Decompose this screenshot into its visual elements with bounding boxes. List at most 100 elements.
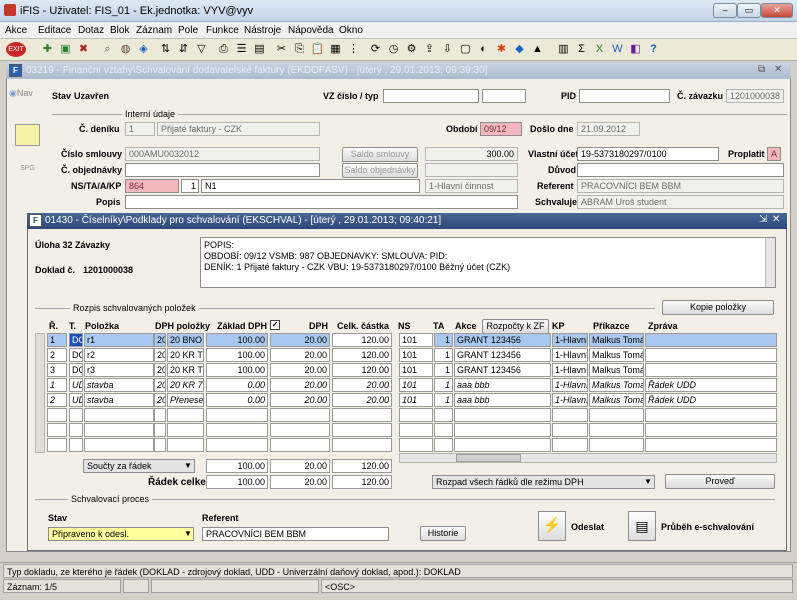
cell-ns[interactable]: 101 (399, 393, 433, 407)
empty-cell[interactable] (454, 438, 551, 452)
stav-select[interactable]: Připraveno k odesl. (48, 527, 194, 541)
save-icon[interactable]: ✚ (40, 42, 55, 57)
help-icon[interactable]: ? (646, 42, 661, 57)
filter-icon[interactable]: ▽ (194, 42, 209, 57)
cell-t[interactable]: DC (69, 348, 83, 362)
odeslat-button[interactable]: Odeslat (571, 522, 604, 532)
empty-cell[interactable] (645, 408, 777, 422)
empty-cell[interactable] (552, 438, 588, 452)
vz-typ-field[interactable] (482, 89, 526, 103)
save-all-icon[interactable]: ▣ (58, 42, 73, 57)
copy-icon[interactable]: ⎘ (292, 42, 307, 57)
cell-ta[interactable]: 1 (434, 348, 453, 362)
empty-cell[interactable] (84, 423, 154, 437)
referent-field[interactable]: PRACOVNÍCI BEM BBM (577, 179, 784, 193)
cell-zpr[interactable] (645, 333, 777, 347)
empty-cell[interactable] (47, 438, 67, 452)
empty-cell[interactable] (69, 423, 83, 437)
warning-icon[interactable]: ▲ (530, 42, 545, 57)
cell-zak[interactable]: 0.00 (206, 378, 268, 392)
empty-cell[interactable] (206, 438, 268, 452)
empty-cell[interactable] (589, 408, 644, 422)
empty-cell[interactable] (434, 438, 453, 452)
empty-cell[interactable] (332, 438, 392, 452)
cell-dph[interactable]: 20.00 (270, 348, 330, 362)
sum-icon[interactable]: Σ (574, 42, 589, 57)
cell-pri[interactable]: Malkus Tomáš (589, 333, 644, 347)
cell-ta[interactable]: 1 (434, 378, 453, 392)
vlastni-ucet-field[interactable]: 19-5373180297/0100 (577, 147, 719, 161)
empty-cell[interactable] (552, 408, 588, 422)
empty-cell[interactable] (84, 438, 154, 452)
menu-zaznam[interactable]: Záznam (136, 25, 172, 36)
prubeh-button[interactable]: Průběh e-schvalování (661, 522, 754, 532)
cell-pol[interactable]: r2 (84, 348, 154, 362)
empty-cell[interactable] (552, 423, 588, 437)
cell-ta[interactable]: 1 (434, 393, 453, 407)
empty-cell[interactable] (154, 423, 166, 437)
empty-cell[interactable] (589, 438, 644, 452)
cell-t[interactable]: UD (69, 378, 83, 392)
cell-kp[interactable]: 1-Hlavní (552, 333, 588, 347)
workflow-icon[interactable]: ▤ (628, 511, 656, 541)
cut-icon[interactable]: ✂ (274, 42, 289, 57)
cell-d1[interactable]: 20 (154, 333, 166, 347)
properties-icon[interactable]: ▤ (252, 42, 267, 57)
sub-minimize-icon[interactable]: ⇲ (759, 214, 767, 225)
cell-d1[interactable]: 20 (154, 378, 166, 392)
cell-celk[interactable]: 20.00 (332, 378, 392, 392)
popis-field[interactable] (125, 195, 518, 209)
empty-cell[interactable] (84, 408, 154, 422)
empty-cell[interactable] (206, 423, 268, 437)
calc-icon[interactable]: ▥ (556, 42, 571, 57)
doslo-dne-field[interactable]: 21.09.2012 (577, 122, 640, 136)
saldo-objednavky-button[interactable]: Saldo objednávky (342, 163, 418, 178)
sort-desc-icon[interactable]: ⇵ (176, 42, 191, 57)
grid-icon[interactable]: ▦ (328, 42, 343, 57)
soucty-select[interactable]: Součty za řádek (83, 459, 195, 473)
menu-dotaz[interactable]: Dotaz (78, 25, 104, 36)
cell-ta[interactable]: 1 (434, 333, 453, 347)
delete-record-icon[interactable]: ✖ (76, 42, 91, 57)
cell-d1[interactable]: 20 (154, 363, 166, 377)
cell-r[interactable]: 2 (47, 348, 67, 362)
empty-cell[interactable] (270, 423, 330, 437)
cell-zak[interactable]: 100.00 (206, 348, 268, 362)
cell-celk[interactable]: 120.00 (332, 348, 392, 362)
cell-dph[interactable]: 20.00 (270, 378, 330, 392)
cell-d2[interactable]: 20 KR Tu (167, 363, 204, 377)
cell-ns[interactable]: 101 (399, 348, 433, 362)
cell-zpr[interactable] (645, 348, 777, 362)
cell-celk[interactable]: 20.00 (332, 393, 392, 407)
cislo-smlouvy-field[interactable]: 000AMU0032012 (125, 147, 320, 161)
close-button[interactable]: ✕ (761, 3, 793, 18)
nav-label[interactable]: ◉Nav (9, 88, 33, 99)
menu-okno[interactable]: Okno (339, 25, 363, 36)
document-icon[interactable]: ▢ (458, 42, 473, 57)
scrollbar-thumb[interactable] (456, 454, 521, 462)
empty-cell[interactable] (645, 438, 777, 452)
empty-cell[interactable] (399, 408, 433, 422)
cell-dph[interactable]: 20.00 (270, 333, 330, 347)
send-icon[interactable]: ⚡ (538, 511, 566, 541)
cell-kp[interactable]: 1-Hlavní (552, 348, 588, 362)
ta-field[interactable]: 1 (181, 179, 199, 193)
cell-t[interactable]: DC (69, 363, 83, 377)
search-icon[interactable]: ⌕ (100, 42, 115, 57)
cell-pol[interactable]: r3 (84, 363, 154, 377)
empty-cell[interactable] (454, 408, 551, 422)
cell-d1[interactable]: 20 (154, 393, 166, 407)
cell-kp[interactable]: 1-Hlavní (552, 378, 588, 392)
cell-pol[interactable]: stavba (84, 378, 154, 392)
cell-r[interactable]: 1 (47, 333, 67, 347)
empty-cell[interactable] (206, 408, 268, 422)
proplatit-field[interactable]: A (767, 147, 781, 161)
restore-icon[interactable]: ⧉ (758, 64, 765, 75)
enter-query-icon[interactable]: ◈ (136, 42, 151, 57)
cell-ta[interactable]: 1 (434, 363, 453, 377)
obdobi-field[interactable]: 09/12 (480, 122, 522, 136)
cell-d1[interactable]: 20 (154, 348, 166, 362)
globe-icon[interactable]: ◐ (476, 42, 491, 57)
cell-d2[interactable]: Přenese (167, 393, 204, 407)
minimize-button[interactable]: ‒ (713, 3, 737, 18)
